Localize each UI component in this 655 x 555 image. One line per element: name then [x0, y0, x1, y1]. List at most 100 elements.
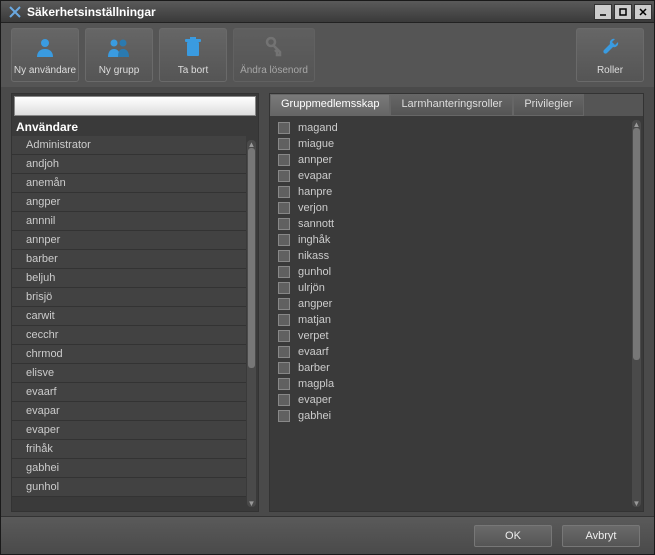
minimize-button[interactable]: [594, 4, 612, 20]
scrollbar-thumb[interactable]: [248, 148, 255, 368]
member-label: annper: [298, 154, 332, 166]
checkbox[interactable]: [278, 186, 290, 198]
list-item[interactable]: gunhol: [12, 478, 246, 497]
members-scrollbar[interactable]: ▲ ▼: [632, 120, 641, 507]
list-item[interactable]: verjon: [274, 200, 629, 216]
users-scrollbar[interactable]: ▲ ▼: [247, 140, 256, 507]
list-item[interactable]: evaper: [274, 392, 629, 408]
list-item[interactable]: nikass: [274, 248, 629, 264]
scrollbar-thumb[interactable]: [633, 128, 640, 360]
new-group-button[interactable]: Ny grupp: [85, 28, 153, 82]
change-password-button: Ändra lösenord: [233, 28, 315, 82]
checkbox[interactable]: [278, 266, 290, 278]
tab-alarm-roles[interactable]: Larmhanteringsroller: [390, 94, 513, 116]
member-label: evaarf: [298, 346, 329, 358]
checkbox[interactable]: [278, 362, 290, 374]
checkbox[interactable]: [278, 314, 290, 326]
list-item[interactable]: andjoh: [12, 155, 246, 174]
titlebar[interactable]: Säkerhetsinställningar: [1, 1, 654, 23]
list-item[interactable]: chrmod: [12, 345, 246, 364]
list-item[interactable]: anemån: [12, 174, 246, 193]
group-icon: [106, 35, 132, 62]
list-item[interactable]: Administrator: [12, 136, 246, 155]
list-item[interactable]: ulrjön: [274, 280, 629, 296]
list-item[interactable]: magpla: [274, 376, 629, 392]
list-item[interactable]: gabhei: [274, 408, 629, 424]
member-label: evaper: [298, 394, 332, 406]
button-label: Ny användare: [14, 65, 76, 76]
user-list: Administratorandjohanemånangperannnilann…: [12, 136, 258, 511]
checkbox[interactable]: [278, 234, 290, 246]
scroll-up-icon[interactable]: ▲: [247, 140, 256, 148]
list-item[interactable]: evaarf: [12, 383, 246, 402]
button-label: Roller: [597, 65, 623, 76]
list-item[interactable]: elisve: [12, 364, 246, 383]
list-item[interactable]: evaper: [12, 421, 246, 440]
scroll-down-icon[interactable]: ▼: [247, 499, 256, 507]
close-button[interactable]: [634, 4, 652, 20]
footer: OK Avbryt: [1, 516, 654, 554]
list-item[interactable]: inghåk: [274, 232, 629, 248]
list-item[interactable]: hanpre: [274, 184, 629, 200]
list-item[interactable]: angper: [12, 193, 246, 212]
list-item[interactable]: beljuh: [12, 269, 246, 288]
scroll-up-icon[interactable]: ▲: [632, 120, 641, 128]
checkbox[interactable]: [278, 250, 290, 262]
checkbox[interactable]: [278, 330, 290, 342]
cancel-button[interactable]: Avbryt: [562, 525, 640, 547]
member-label: evapar: [298, 170, 332, 182]
list-item[interactable]: annnil: [12, 212, 246, 231]
list-item[interactable]: magand: [274, 120, 629, 136]
members-list: magandmiague annper evapar hanpreverjonsann…: [270, 116, 643, 511]
list-item[interactable]: carwit: [12, 307, 246, 326]
checkbox[interactable]: [278, 218, 290, 230]
checkbox[interactable]: [278, 202, 290, 214]
list-item[interactable]: evapar: [274, 168, 629, 184]
list-item[interactable]: cecchr: [12, 326, 246, 345]
member-label: magpla: [298, 378, 334, 390]
scroll-down-icon[interactable]: ▼: [632, 499, 641, 507]
tab-group-membership[interactable]: Gruppmedlemsskap: [270, 94, 390, 116]
checkbox[interactable]: [278, 346, 290, 358]
roles-button[interactable]: Roller: [576, 28, 644, 82]
member-label: angper: [298, 298, 332, 310]
ok-button[interactable]: OK: [474, 525, 552, 547]
checkbox[interactable]: [278, 378, 290, 390]
list-item[interactable]: annper: [12, 231, 246, 250]
checkbox[interactable]: [278, 410, 290, 422]
tab-privileges[interactable]: Privilegier: [513, 94, 583, 116]
checkbox[interactable]: [278, 122, 290, 134]
checkbox[interactable]: [278, 170, 290, 182]
checkbox[interactable]: [278, 154, 290, 166]
list-item[interactable]: barber: [12, 250, 246, 269]
list-item[interactable]: annper: [274, 152, 629, 168]
list-item[interactable]: evaarf: [274, 344, 629, 360]
toolbar: Ny användare Ny grupp Ta bort Ändra löse…: [1, 23, 654, 87]
maximize-button[interactable]: [614, 4, 632, 20]
new-user-button[interactable]: Ny användare: [11, 28, 79, 82]
list-item[interactable]: frihåk: [12, 440, 246, 459]
details-panel: Gruppmedlemsskap Larmhanteringsroller Pr…: [269, 93, 644, 512]
list-item[interactable]: barber: [274, 360, 629, 376]
list-item[interactable]: verpet: [274, 328, 629, 344]
checkbox[interactable]: [278, 282, 290, 294]
list-item[interactable]: gunhol: [274, 264, 629, 280]
trash-icon: [182, 35, 204, 62]
list-item[interactable]: gabhei: [12, 459, 246, 478]
delete-button[interactable]: Ta bort: [159, 28, 227, 82]
list-item[interactable]: evapar: [12, 402, 246, 421]
search-input[interactable]: [14, 96, 256, 116]
list-item[interactable]: matjan: [274, 312, 629, 328]
checkbox[interactable]: [278, 138, 290, 150]
list-item[interactable]: angper: [274, 296, 629, 312]
window-buttons: [594, 4, 652, 20]
checkbox[interactable]: [278, 298, 290, 310]
window: Säkerhetsinställningar Ny användare Ny g…: [0, 0, 655, 555]
window-title: Säkerhetsinställningar: [27, 5, 594, 19]
list-item[interactable]: sannott: [274, 216, 629, 232]
member-label: matjan: [298, 314, 331, 326]
member-label: gunhol: [298, 266, 331, 278]
checkbox[interactable]: [278, 394, 290, 406]
list-item[interactable]: brisjö: [12, 288, 246, 307]
list-item[interactable]: miague: [274, 136, 629, 152]
